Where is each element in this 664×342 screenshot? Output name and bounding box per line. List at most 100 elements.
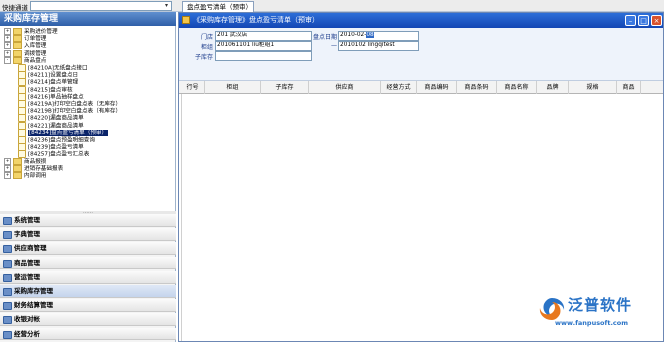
window-title: 《采购库存管理》盘点盈亏清单（预审）	[179, 13, 663, 28]
module-nav-item[interactable]: 营运管理	[0, 270, 176, 284]
tree-leaf-item[interactable]: [84214]盘点单管理	[18, 78, 78, 87]
module-nav-item[interactable]: 采购库存管理	[0, 285, 176, 298]
tree-leaf-item[interactable]: [84215]盘点审核	[18, 85, 73, 94]
count-batch-field[interactable]: 2010102 lingqitest	[338, 41, 419, 51]
tab-profit-loss-preview[interactable]: 盘点盈亏清单（预审）	[182, 1, 254, 12]
tree-folder-item[interactable]: + 调拨管理	[4, 49, 47, 57]
tree-folder-item[interactable]: + 采购进价管理	[4, 28, 58, 35]
quick-access-label: 快捷通道	[2, 4, 28, 12]
folder-icon	[13, 164, 22, 172]
sub-inventory-label: 子库存	[194, 54, 213, 61]
folder-icon	[13, 49, 22, 57]
module-icon	[3, 288, 12, 296]
column-header[interactable]: 经营方式	[381, 81, 417, 94]
module-icon	[3, 273, 12, 282]
module-nav-label: 系统管理	[14, 216, 40, 224]
shelf-label: 柜组	[200, 44, 213, 51]
column-header[interactable]: 子库存	[261, 81, 309, 94]
sub-inventory-field[interactable]	[215, 51, 312, 61]
folder-icon	[13, 172, 22, 179]
window-icon	[182, 16, 190, 24]
brand-url: www.fanpusoft.com	[555, 319, 629, 327]
tree-folder-item[interactable]: + 订单管理	[4, 35, 46, 43]
module-tree: + 采购进价管理 + 订单管理 + 入库管理 + 调拨管理 - 商品盘点 [84210A]无纸盘点接…	[0, 26, 176, 211]
module-title: 采购库存管理	[0, 12, 176, 26]
quick-access-input[interactable]	[30, 1, 172, 11]
tree-leaf-item[interactable]: [84236]盘点预盈明细查询	[18, 136, 95, 144]
expand-icon[interactable]: +	[4, 49, 11, 57]
tree-leaf-item[interactable]: [84257]盘点盈亏汇总表	[18, 150, 89, 159]
column-header[interactable]: 商品编码	[417, 81, 457, 94]
tree-leaf-item[interactable]: [84239]盘点盈亏清单	[18, 143, 84, 152]
module-nav-item[interactable]: 供应商管理	[0, 242, 176, 256]
column-header[interactable]: 规格	[569, 81, 617, 94]
store-label: 门店	[200, 34, 213, 41]
tree-folder-item[interactable]: + 进销存基础报表	[4, 164, 64, 172]
count-date-selected: 08	[366, 32, 374, 38]
tree-leaf-item[interactable]: [84219A]打印空白盘点表（无库存）	[18, 100, 121, 108]
tree-leaf-item[interactable]: [84219B]打印空白盘点表（有库存）	[18, 107, 121, 116]
module-nav-item[interactable]: 收银对帐	[0, 313, 176, 327]
tree-item-label: 调拨管理	[24, 50, 47, 57]
expand-icon[interactable]: +	[4, 42, 11, 50]
tree-leaf-item[interactable]: [84220]漏盘商品清单	[18, 114, 84, 123]
tree-leaf-item[interactable]: [84234]盘点盈亏清单（预审）	[18, 128, 109, 137]
shelf-field[interactable]: 201061101 liu柜组1	[215, 41, 312, 51]
module-nav-item[interactable]: 经营分析	[0, 327, 176, 341]
expand-icon[interactable]: +	[4, 157, 11, 165]
folder-icon	[13, 35, 22, 43]
close-button[interactable]: ×	[651, 15, 662, 26]
maximize-button[interactable]: □	[638, 15, 649, 26]
expand-icon[interactable]: +	[4, 164, 11, 172]
module-nav-item[interactable]: 财务结算管理	[0, 299, 176, 312]
tree-leaf-item[interactable]: [84211]设置盘点日	[18, 71, 78, 80]
tree-leaf-item[interactable]: [84216]单品抽样盘点	[18, 92, 84, 101]
module-nav-label: 经营分析	[14, 329, 40, 338]
brand-logo: 泛普软件	[568, 296, 633, 314]
tree-folder-item[interactable]: + 商品报损	[4, 157, 47, 165]
dropdown-arrow-icon[interactable]: ▾	[165, 2, 171, 9]
module-nav-label: 商品管理	[14, 258, 40, 267]
tree-leaf-item[interactable]: [84210A]无纸盘点接口	[18, 64, 88, 72]
column-header[interactable]: 商品条码	[457, 81, 497, 94]
store-field[interactable]: 201 武汉店	[215, 31, 312, 41]
folder-icon	[13, 157, 22, 165]
module-nav-item[interactable]: 商品管理	[0, 256, 176, 270]
expand-icon[interactable]: +	[4, 172, 11, 179]
column-header[interactable]: 柜组	[205, 81, 261, 94]
module-nav-label: 供应商管理	[14, 244, 47, 253]
expand-icon[interactable]: +	[4, 35, 11, 43]
module-nav-list: 系统管理字典管理供应商管理商品管理营运管理采购库存管理财务结算管理收银对帐经营分…	[0, 214, 176, 342]
module-icon	[3, 330, 12, 339]
tree-item-label: 进销存基础报表	[24, 165, 64, 172]
grid-header: 行号 柜组 子库存 供应商 经营方式 商品编码 商品条码 商品名称 品牌 规格 商品	[179, 81, 663, 94]
tree-item-label: 商品报损	[24, 158, 47, 165]
module-icon	[3, 302, 12, 311]
module-nav-label: 营运管理	[14, 272, 40, 281]
folder-icon	[13, 56, 22, 64]
collapse-icon[interactable]: -	[4, 56, 11, 64]
tree-leaf-item[interactable]: [84221]漏盘商品清单	[18, 121, 84, 130]
column-header[interactable]: 商品	[617, 81, 641, 94]
tree-item-label: 采购进价管理	[24, 29, 58, 35]
column-header[interactable]: 商品名称	[497, 81, 537, 94]
module-icon	[3, 259, 12, 268]
module-icon	[3, 245, 12, 254]
count-date-prefix: 2010-02-	[340, 32, 367, 38]
module-icon	[3, 231, 12, 240]
tree-folder-item[interactable]: - 商品盘点	[4, 56, 46, 64]
column-header[interactable]: 供应商	[309, 81, 381, 94]
module-nav-item[interactable]: 字典管理	[0, 228, 176, 241]
column-header[interactable]: 行号	[181, 81, 205, 94]
minimize-button[interactable]: –	[625, 15, 636, 26]
folder-icon	[13, 28, 22, 35]
module-nav-item[interactable]: 系统管理	[0, 214, 176, 227]
column-header[interactable]: 品牌	[537, 81, 569, 94]
tree-folder-item[interactable]: + 内部调用	[4, 172, 46, 179]
count-date-label: 盘点日期	[312, 34, 337, 41]
tree-folder-item[interactable]: + 入库管理	[4, 42, 46, 50]
module-nav-label: 财务结算管理	[14, 301, 53, 310]
expand-icon[interactable]: +	[4, 28, 11, 35]
query-form: 门店 201 武汉店 柜组 201061101 liu柜组1 子库存 盘点日期 …	[179, 28, 663, 81]
count-date-field[interactable]: 2010-02-08	[338, 31, 419, 41]
